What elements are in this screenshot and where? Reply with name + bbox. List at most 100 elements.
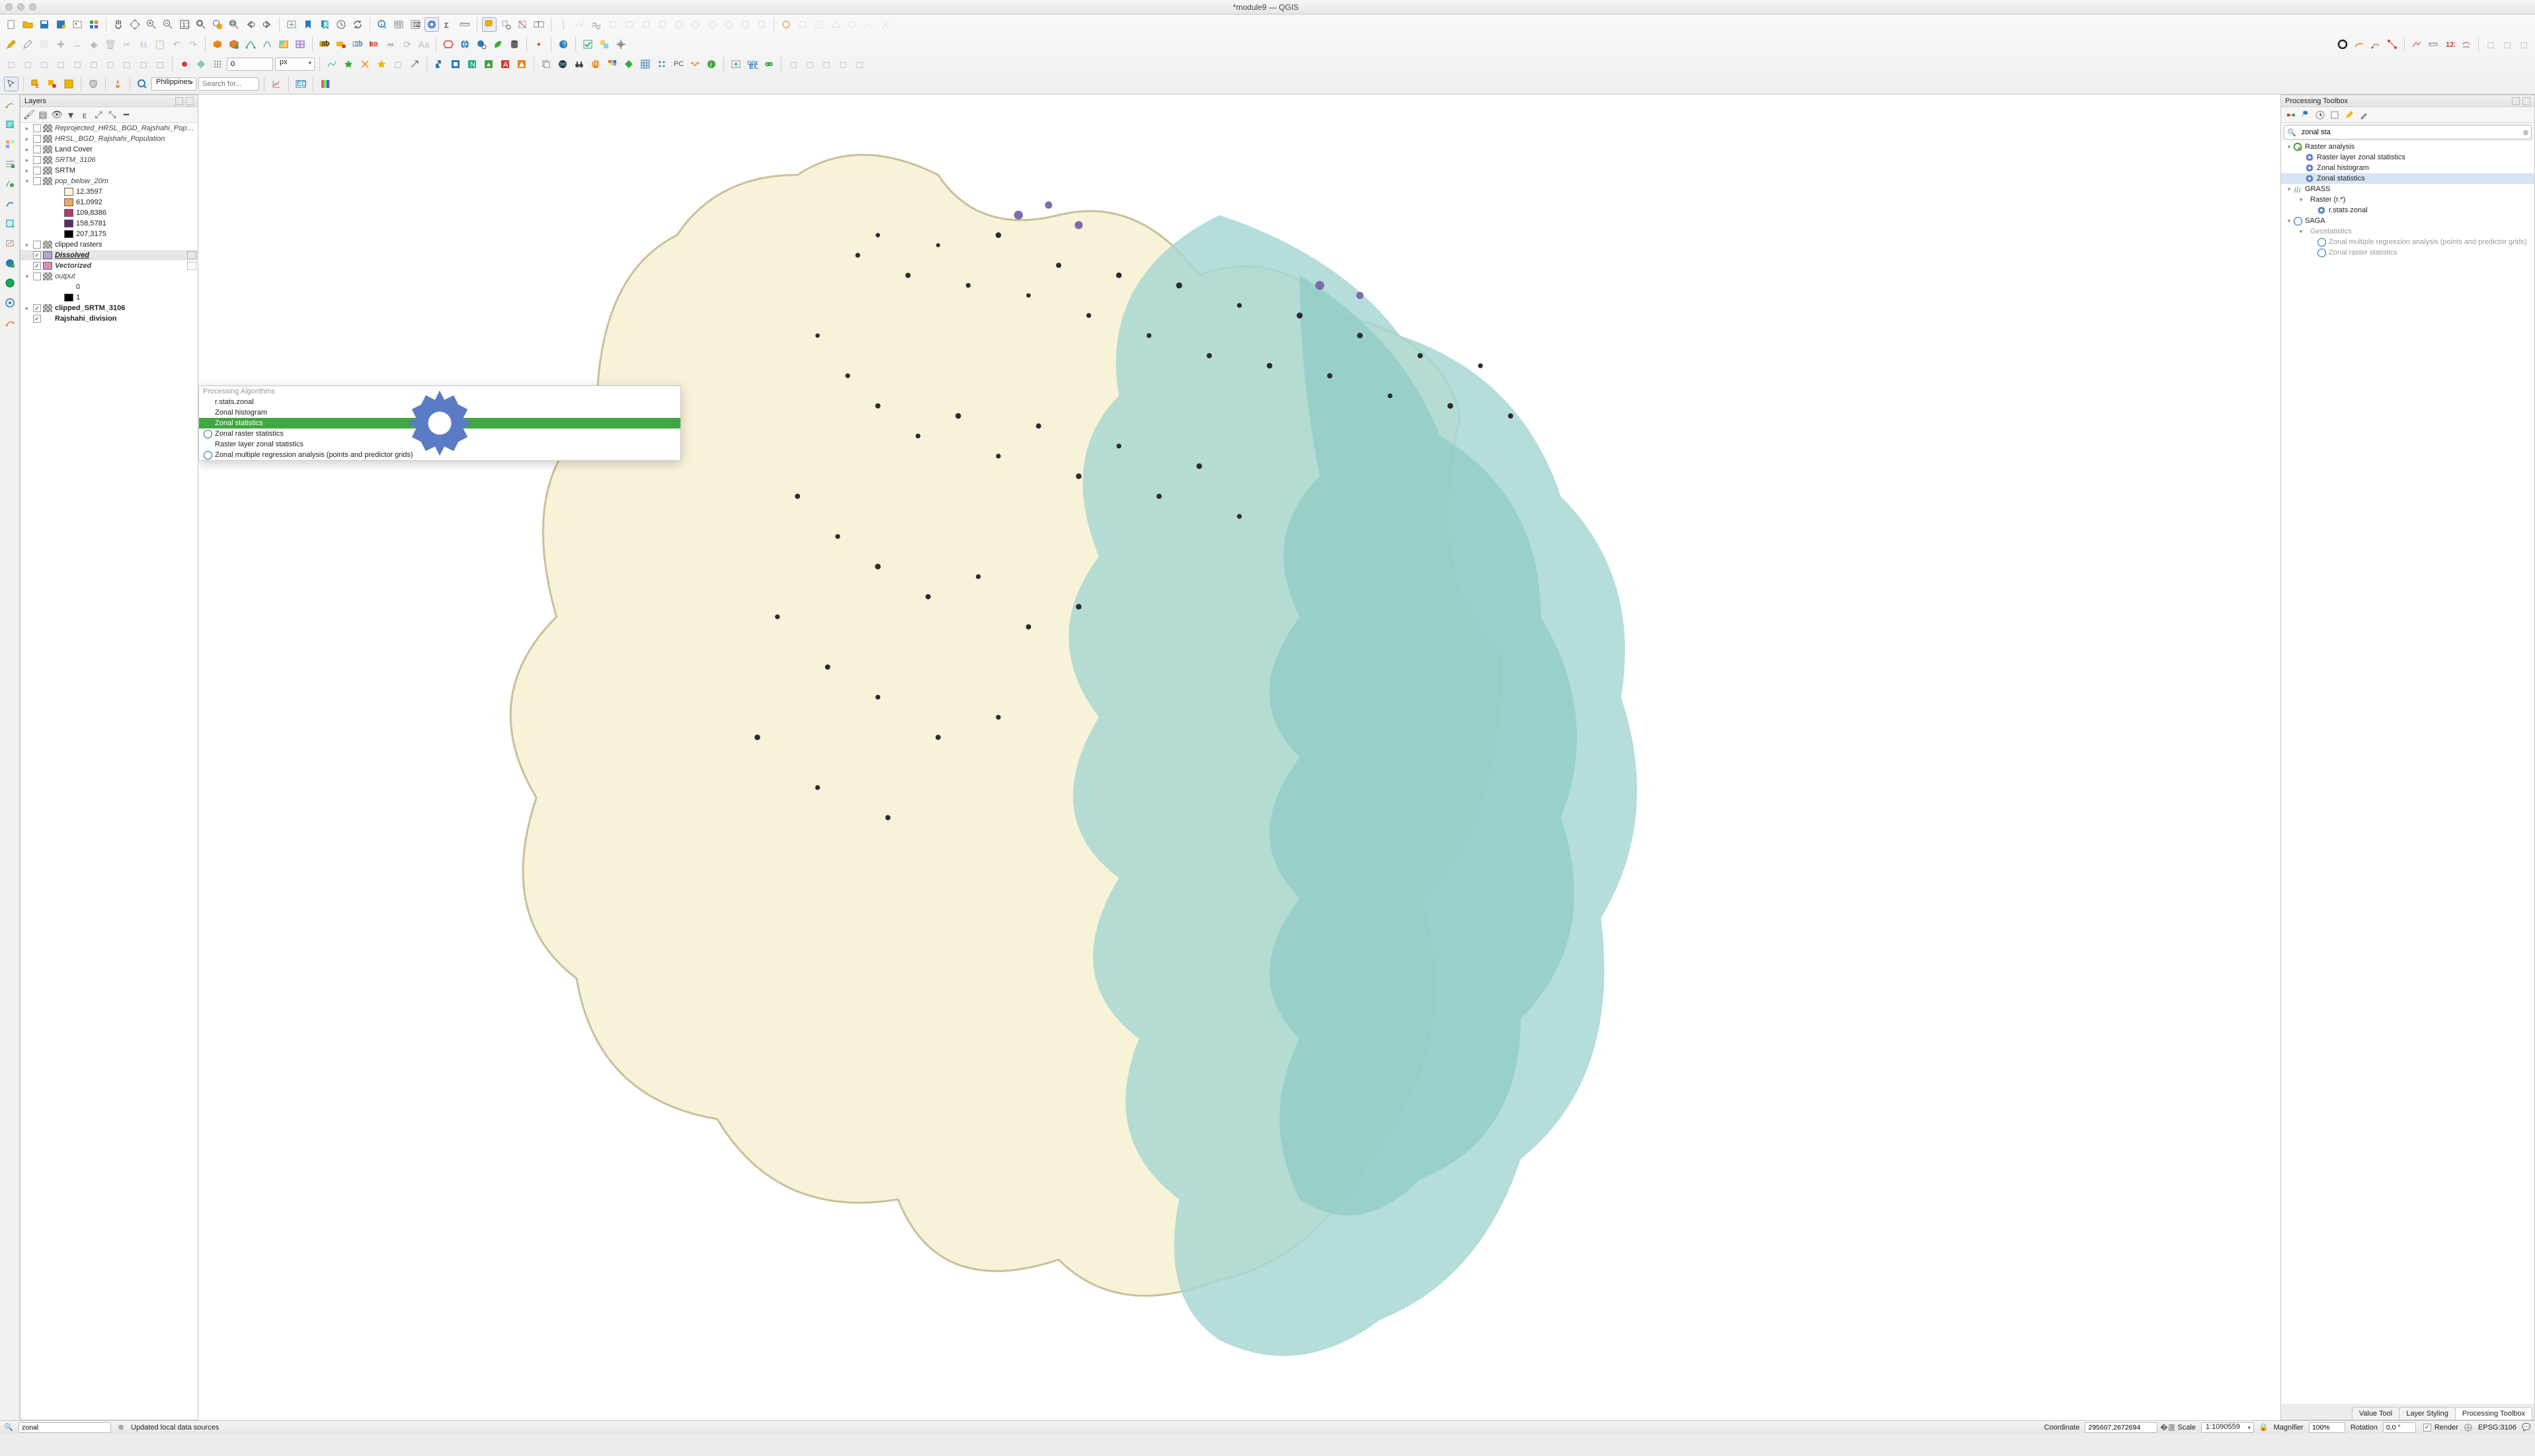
processing-search-input[interactable] — [2299, 128, 2520, 136]
layer-visibility-checkbox[interactable] — [33, 135, 41, 143]
layers-remove-icon[interactable]: ━ — [120, 109, 132, 121]
messages-icon[interactable]: 💬 — [2522, 1423, 2531, 1432]
layer-row[interactable]: ▸SRTM_3106 — [20, 155, 198, 165]
plugin-tool-1[interactable] — [448, 57, 463, 71]
digitize-menu-icon[interactable]: 123 — [2442, 37, 2457, 52]
vtool-11[interactable] — [3, 296, 17, 310]
plugin-tool-4[interactable]: A — [498, 57, 512, 71]
label-highlight-icon[interactable]: abc — [350, 37, 365, 52]
datasource-icon[interactable] — [507, 37, 522, 52]
arrow-tool-icon[interactable] — [407, 57, 422, 71]
vtool-8[interactable] — [3, 236, 17, 251]
traffic-max[interactable] — [29, 3, 36, 11]
globe-search-icon[interactable] — [474, 37, 489, 52]
freehand-icon[interactable] — [325, 57, 339, 71]
layer-visibility-checkbox[interactable] — [33, 241, 41, 249]
help-icon[interactable]: ? — [556, 37, 571, 52]
vtool-4[interactable] — [3, 157, 17, 171]
expand-icon[interactable]: ▾ — [2297, 228, 2305, 235]
style-manager-icon[interactable] — [87, 17, 101, 32]
cad-tools-icon[interactable] — [2426, 37, 2440, 52]
proc-model-icon[interactable] — [2285, 109, 2297, 121]
plugin-tool-2[interactable]: N — [465, 57, 479, 71]
chart-tool-icon[interactable] — [269, 77, 284, 91]
digitize-tool-5[interactable] — [2409, 37, 2424, 52]
label-diagram-icon[interactable] — [334, 37, 348, 52]
check-geom-icon[interactable] — [581, 37, 595, 52]
proc-options-icon[interactable] — [2358, 109, 2370, 121]
star-yellow-icon[interactable] — [374, 57, 389, 71]
topo-check-icon[interactable] — [597, 37, 612, 52]
add-layer-icon[interactable] — [729, 57, 743, 71]
layer-row[interactable]: 158,5781 — [20, 218, 198, 229]
layer-visibility-checkbox[interactable] — [33, 167, 41, 175]
magnifier-input[interactable] — [2309, 1422, 2345, 1433]
extents-icon[interactable]: �選 — [2163, 1423, 2172, 1432]
plugin-tool-3[interactable] — [481, 57, 496, 71]
layer-row[interactable]: ▸Land Cover — [20, 144, 198, 155]
bookmarks-icon[interactable] — [317, 17, 332, 32]
layer-row[interactable]: ✓Dissolved — [20, 250, 198, 261]
dock-tab[interactable]: Layer Styling — [2399, 1407, 2456, 1420]
toggle-editing-icon[interactable] — [20, 37, 35, 52]
zoom-selection-icon[interactable] — [210, 17, 225, 32]
zoom-full-icon[interactable] — [194, 17, 208, 32]
gamepad-icon[interactable] — [762, 57, 776, 71]
expand-icon[interactable]: ▾ — [2285, 218, 2293, 225]
layer-visibility-checkbox[interactable] — [33, 145, 41, 153]
star-tool-icon[interactable] — [341, 57, 356, 71]
add-mesh-icon[interactable] — [293, 37, 307, 52]
layers-add-group-icon[interactable]: ▤ — [37, 109, 49, 121]
processing-tree-row[interactable]: ▾Raster (r.*) — [2281, 194, 2534, 205]
proc-results-icon[interactable] — [2329, 109, 2341, 121]
digitize-tool-3[interactable] — [2368, 37, 2383, 52]
vtool-12[interactable] — [3, 315, 17, 330]
print-layout-icon[interactable] — [70, 17, 85, 32]
processing-panel-close[interactable] — [2522, 97, 2530, 105]
layers-panel-undock[interactable] — [175, 97, 183, 105]
expand-icon[interactable]: ▸ — [23, 241, 31, 249]
select-by-form-icon[interactable] — [45, 77, 60, 91]
wave-tool-icon[interactable] — [688, 57, 702, 71]
layers-collapse-icon[interactable]: ⤡ — [106, 109, 118, 121]
add-vector-icon[interactable] — [260, 37, 274, 52]
layer-row[interactable]: ▾output — [20, 271, 198, 282]
digitize-tool-2[interactable] — [2352, 37, 2366, 52]
open-project-icon[interactable] — [20, 17, 35, 32]
layer-visibility-checkbox[interactable]: ✓ — [33, 304, 41, 312]
colorbar-icon[interactable] — [318, 77, 333, 91]
layer-visibility-checkbox[interactable] — [33, 156, 41, 164]
layers-visibility-icon[interactable]: 👁 — [51, 109, 63, 121]
advanced-digitize-icon[interactable] — [2459, 37, 2474, 52]
shape-digitize-a[interactable] — [779, 17, 793, 32]
georef-icon[interactable] — [194, 57, 208, 71]
plugin-tool-5[interactable] — [514, 57, 529, 71]
processing-tree-row[interactable]: ▾Geostatistics — [2281, 226, 2534, 237]
processing-toolbox-icon[interactable] — [424, 17, 439, 32]
vtool-5[interactable] — [3, 177, 17, 191]
layer-row[interactable]: 61,0992 — [20, 197, 198, 208]
vtool-7[interactable] — [3, 216, 17, 231]
render-checkbox[interactable]: ✓Render — [2421, 1424, 2458, 1432]
layer-visibility-checkbox[interactable] — [33, 272, 41, 280]
layer-row[interactable]: ▸HRSL_BGD_Rajshahi_Population — [20, 134, 198, 144]
edit-pencil-icon[interactable] — [4, 37, 19, 52]
expand-icon[interactable]: ▸ — [23, 305, 31, 312]
layer-row[interactable]: 12,3597 — [20, 186, 198, 197]
processing-tree-row[interactable]: Raster layer zonal statistics — [2281, 152, 2534, 163]
dock-tab[interactable]: Value Tool — [2352, 1407, 2399, 1420]
ref-badge-icon[interactable]: Ref — [588, 57, 603, 71]
zoom-in-icon[interactable] — [144, 17, 159, 32]
processing-tree-row[interactable]: ▾SAGA — [2281, 216, 2534, 226]
fire-tool-icon[interactable] — [110, 77, 125, 91]
select-tool-icon[interactable] — [4, 77, 19, 91]
binoculars-icon[interactable] — [572, 57, 586, 71]
processing-tree-row[interactable]: ▾Raster analysis — [2281, 142, 2534, 152]
japan-flag-icon[interactable] — [177, 57, 192, 71]
layers-filter-icon[interactable]: ▼ — [65, 109, 77, 121]
crosshair-icon[interactable] — [614, 37, 628, 52]
label-pin-icon[interactable]: abc — [367, 37, 382, 52]
vector-layer-icon[interactable] — [243, 37, 258, 52]
diamond-tool-icon[interactable] — [622, 57, 636, 71]
proc-edit-icon[interactable] — [2343, 109, 2355, 121]
